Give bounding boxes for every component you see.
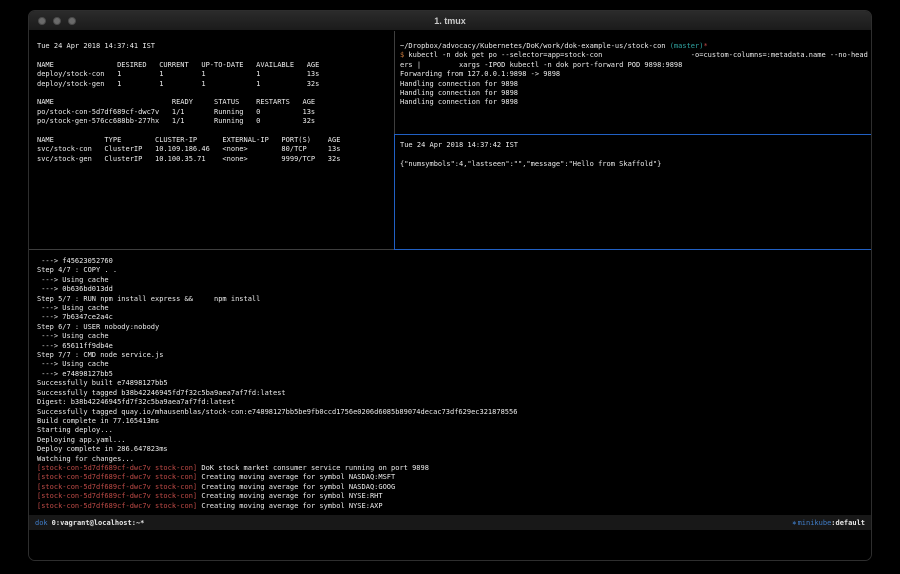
pane-port-forward[interactable]: ~/Dropbox/advocacy/Kubernetes/DoK/work/d… <box>400 42 870 134</box>
pane-divider-vertical-inactive <box>394 31 395 134</box>
terminal-line: [stock-con-5d7df689cf-dwc7v stock-con] C… <box>37 483 869 492</box>
terminal-line: svc/stock-gen ClusterIP 10.100.35.71 <no… <box>37 155 393 164</box>
terminal-line: Step 6/7 : USER nobody:nobody <box>37 323 869 332</box>
terminal-line: ---> Using cache <box>37 276 869 285</box>
terminal-line: deploy/stock-con 1 1 1 1 13s <box>37 70 393 79</box>
terminal-line: [stock-con-5d7df689cf-dwc7v stock-con] C… <box>37 492 869 501</box>
kube-namespace: :default <box>831 519 865 527</box>
terminal-line: Forwarding from 127.0.0.1:9898 -> 9898 <box>400 70 870 79</box>
terminal-line: [stock-con-5d7df689cf-dwc7v stock-con] D… <box>37 464 869 473</box>
session-name: dok <box>35 519 48 527</box>
tmux-content: Tue 24 Apr 2018 14:37:41 IST NAME DESIRED… <box>29 31 871 561</box>
terminal-line: Deploying app.yaml... <box>37 436 869 445</box>
window-titlebar: 1. tmux <box>29 11 871 31</box>
terminal-line: ---> 7b6347ce2a4c <box>37 313 869 322</box>
tmux-status-bar: dok 0:vagrant@localhost:~* ⎈ minikube :d… <box>29 515 871 530</box>
terminal-window: 1. tmux Tue 24 Apr 2018 14:37:41 IST NAME… <box>28 10 872 561</box>
terminal-line <box>37 89 393 98</box>
terminal-line: Successfully built e74898127bb5 <box>37 379 869 388</box>
terminal-line: Successfully tagged quay.io/mhausenblas/… <box>37 408 869 417</box>
terminal-line: Tue 24 Apr 2018 14:37:41 IST <box>37 42 393 51</box>
terminal-line: ---> 0b636bd013dd <box>37 285 869 294</box>
terminal-line: ---> f45623052760 <box>37 257 869 266</box>
pane-divider-vertical-active <box>394 134 395 250</box>
terminal-line: NAME DESIRED CURRENT UP-TO-DATE AVAILABL… <box>37 61 393 70</box>
pane-kubectl-watch[interactable]: Tue 24 Apr 2018 14:37:41 IST NAME DESIRED… <box>37 42 393 248</box>
terminal-line: Starting deploy... <box>37 426 869 435</box>
terminal-line: deploy/stock-gen 1 1 1 1 32s <box>37 80 393 89</box>
terminal-line: Handling connection for 9898 <box>400 98 870 107</box>
pane-divider-horizontal-inactive <box>29 249 394 250</box>
terminal-line: Successfully tagged b38b42246945fd7f32c5… <box>37 389 869 398</box>
terminal-line: [stock-con-5d7df689cf-dwc7v stock-con] C… <box>37 473 869 482</box>
terminal-line: {"numsymbols":4,"lastseen":"","message":… <box>400 160 870 169</box>
kubernetes-helm-icon: ⎈ <box>792 519 796 527</box>
terminal-line <box>400 150 870 159</box>
window-title: 1. tmux <box>29 16 871 26</box>
terminal-line: Deploy complete in 286.647823ms <box>37 445 869 454</box>
pane-divider-horizontal-active <box>395 134 871 135</box>
terminal-line: Step 5/7 : RUN npm install express && np… <box>37 295 869 304</box>
terminal-line: ---> e74898127bb5 <box>37 370 869 379</box>
pane-skaffold-build-log[interactable]: ---> f45623052760Step 4/7 : COPY . . ---… <box>37 257 869 514</box>
terminal-line: svc/stock-con ClusterIP 10.109.186.46 <n… <box>37 145 393 154</box>
terminal-line: ---> Using cache <box>37 332 869 341</box>
terminal-line: Watching for changes... <box>37 455 869 464</box>
terminal-line: Build complete in 77.165413ms <box>37 417 869 426</box>
terminal-line: Step 7/7 : CMD node service.js <box>37 351 869 360</box>
terminal-line <box>37 127 393 136</box>
terminal-line: ---> 65611ff9db4e <box>37 342 869 351</box>
terminal-line: Digest: b38b42246945fd7f32c5ba9aea7af7fd… <box>37 398 869 407</box>
terminal-line: ---> Using cache <box>37 304 869 313</box>
terminal-line: NAME READY STATUS RESTARTS AGE <box>37 98 393 107</box>
terminal-line: Handling connection for 9898 <box>400 89 870 98</box>
kube-context: minikube <box>798 519 832 527</box>
terminal-line: [stock-con-5d7df689cf-dwc7v stock-con] C… <box>37 502 869 511</box>
pane-divider-horizontal-active-right <box>394 249 871 250</box>
terminal-line: po/stock-con-5d7df689cf-dwc7v 1/1 Runnin… <box>37 108 393 117</box>
terminal-line <box>37 51 393 60</box>
status-left: dok 0:vagrant@localhost:~* <box>35 519 144 527</box>
pane-curl-output[interactable]: Tue 24 Apr 2018 14:37:42 IST {"numsymbols… <box>400 141 870 248</box>
terminal-line: ---> Using cache <box>37 360 869 369</box>
terminal-line: ers | xargs -IPOD kubectl -n dok port-fo… <box>400 61 870 70</box>
status-right: ⎈ minikube :default <box>792 519 865 527</box>
terminal-line: po/stock-gen-576cc688bb-277hx 1/1 Runnin… <box>37 117 393 126</box>
terminal-line: $ kubectl -n dok get po --selector=app=s… <box>400 51 870 60</box>
terminal-line: Handling connection for 9898 <box>400 80 870 89</box>
terminal-line: Step 4/7 : COPY . . <box>37 266 869 275</box>
window-list-item[interactable]: 0:vagrant@localhost:~* <box>52 519 145 527</box>
terminal-line: NAME TYPE CLUSTER-IP EXTERNAL-IP PORT(S)… <box>37 136 393 145</box>
terminal-line: ~/Dropbox/advocacy/Kubernetes/DoK/work/d… <box>400 42 870 51</box>
terminal-line: Tue 24 Apr 2018 14:37:42 IST <box>400 141 870 150</box>
